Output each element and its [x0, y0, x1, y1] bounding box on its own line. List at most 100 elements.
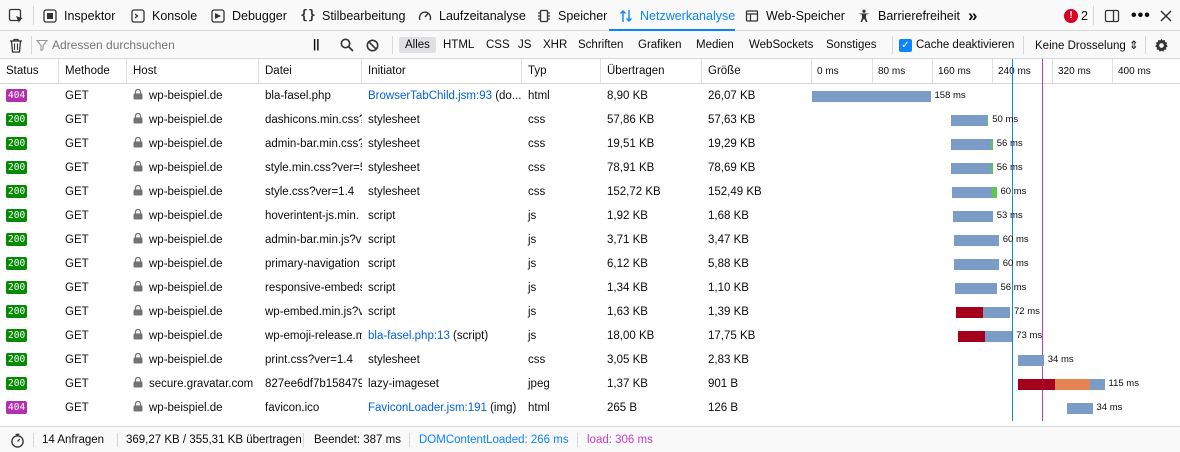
column-header-type[interactable]: Typ: [522, 59, 601, 84]
table-row[interactable]: 200 GET wp-beispiel.de primary-navigation sc…: [0, 252, 1180, 276]
throttling-select[interactable]: Keine Drosselung ⇕: [1035, 31, 1139, 59]
filter-other[interactable]: Sonstiges: [820, 31, 883, 59]
size-cell: 1,68 KB: [708, 210, 749, 222]
size-cell: 1,39 KB: [708, 306, 749, 318]
file-cell: favicon.ico: [265, 402, 320, 414]
initiator-cell: script: [362, 204, 522, 228]
element-picker-icon: [8, 8, 23, 23]
lock-icon: [133, 281, 143, 292]
dock-button[interactable]: [1104, 0, 1120, 31]
tab-label: Laufzeitanalyse: [439, 8, 526, 23]
column-header-transferred[interactable]: Übertragen: [601, 59, 702, 84]
host-text: wp-beispiel.de: [149, 402, 223, 414]
url-filter-input[interactable]: [48, 38, 288, 52]
status-badge: 200: [6, 233, 28, 246]
initiator-suffix: (do...: [492, 90, 522, 102]
table-row[interactable]: 200 GET wp-beispiel.de hoverintent-js.min. s…: [0, 204, 1180, 228]
filter-websockets[interactable]: WebSockets: [743, 31, 819, 59]
table-row[interactable]: 404 GET wp-beispiel.de bla-fasel.php Browser…: [0, 84, 1180, 108]
size-cell: 3,47 KB: [708, 234, 749, 246]
host-cell: wp-beispiel.de: [127, 84, 259, 108]
file-cell: bla-fasel.php: [265, 90, 331, 102]
size-cell: 17,75 KB: [708, 330, 756, 342]
column-header-initiator[interactable]: Initiator: [362, 59, 522, 84]
search-button[interactable]: [340, 31, 354, 59]
block-requests-button[interactable]: [366, 31, 379, 59]
method-cell: GET: [65, 138, 89, 150]
picker-button[interactable]: [8, 0, 24, 31]
tab-network[interactable]: Netzwerkanalyse: [618, 0, 735, 31]
storage-icon: [744, 8, 760, 24]
table-row[interactable]: 200 GET wp-beispiel.de admin-bar.min.css? st…: [0, 132, 1180, 156]
transferred-cell: 19,51 KB: [607, 138, 655, 150]
filter-label: Sonstiges: [826, 39, 877, 51]
waterfall-receive-bar: [953, 235, 999, 246]
column-header-host[interactable]: Host: [127, 59, 259, 84]
table-row[interactable]: 200 GET wp-beispiel.de responsive-embeds scr…: [0, 276, 1180, 300]
network-settings-button[interactable]: [1154, 31, 1169, 59]
more-options-button[interactable]: •••: [1131, 0, 1151, 31]
lock-icon: [133, 113, 143, 124]
error-count-button[interactable]: ! 2: [1064, 0, 1088, 31]
tab-storage[interactable]: Web-Speicher: [744, 0, 845, 31]
status-cell: 200: [0, 252, 59, 276]
table-row[interactable]: 200 GET wp-beispiel.de style.css?ver=1.4 sty…: [0, 180, 1180, 204]
table-row[interactable]: 200 GET wp-beispiel.de dashicons.min.css? st…: [0, 108, 1180, 132]
error-count: 2: [1081, 8, 1088, 23]
size-cell: 901 B: [708, 378, 739, 390]
filter-images[interactable]: Grafiken: [632, 31, 687, 59]
method-cell: GET: [65, 330, 89, 342]
search-icon: [340, 38, 354, 52]
table-row[interactable]: 200 GET wp-beispiel.de admin-bar.min.js?v sc…: [0, 228, 1180, 252]
tab-style-editor[interactable]: {} Stilbearbeitung: [300, 0, 405, 31]
disable-cache-checkbox[interactable]: ✓ Cache deaktivieren: [899, 31, 1014, 59]
waterfall-green-bar: [986, 115, 989, 126]
initiator-link[interactable]: BrowserTabChild.jsm:93: [368, 90, 492, 102]
column-header-file[interactable]: Datei: [259, 59, 362, 84]
pause-icon: ||: [313, 39, 320, 51]
waterfall-time-label: 34 ms: [1047, 354, 1074, 365]
type-cell: css: [528, 354, 546, 366]
throttle-label: Keine Drosselung ⇕: [1035, 40, 1139, 52]
tab-console[interactable]: Konsole: [130, 0, 197, 31]
filter-html[interactable]: HTML: [437, 31, 480, 59]
filter-all[interactable]: Alles: [399, 31, 436, 59]
performance-analysis-button[interactable]: [10, 427, 25, 452]
transferred-cell: 1,92 KB: [607, 210, 648, 222]
pause-button[interactable]: ||: [313, 31, 319, 59]
column-header-status[interactable]: Status: [0, 59, 59, 84]
tab-overflow-button[interactable]: »: [968, 0, 977, 31]
filter-xhr[interactable]: XHR: [537, 31, 573, 59]
column-header-size[interactable]: Größe: [702, 59, 812, 84]
filter-media[interactable]: Medien: [690, 31, 740, 59]
table-row[interactable]: 200 GET wp-beispiel.de style.min.css?ver=5 s…: [0, 156, 1180, 180]
close-button[interactable]: [1160, 0, 1172, 31]
tab-debugger[interactable]: Debugger: [210, 0, 287, 31]
filter-js[interactable]: JS: [512, 31, 537, 59]
tab-inspector[interactable]: Inspektor: [42, 0, 115, 31]
waterfall-receive-bar: [950, 139, 992, 150]
lock-icon: [133, 161, 143, 172]
tab-performance[interactable]: Laufzeitanalyse: [417, 0, 526, 31]
filter-css[interactable]: CSS: [480, 31, 516, 59]
host-text: wp-beispiel.de: [149, 138, 223, 150]
filter-fonts[interactable]: Schriften: [572, 31, 629, 59]
column-header-method[interactable]: Methode: [59, 59, 127, 84]
file-cell: primary-navigation: [265, 258, 360, 270]
table-row[interactable]: 200 GET wp-beispiel.de print.css?ver=1.4 sty…: [0, 348, 1180, 372]
clear-button[interactable]: [9, 31, 23, 59]
initiator-link[interactable]: bla-fasel.php:13: [368, 330, 450, 342]
status-bar: 14 Anfragen 369,27 KB / 355,31 KB übertr…: [0, 426, 1180, 452]
request-count: 14 Anfragen: [42, 434, 105, 446]
table-row[interactable]: 200 GET wp-beispiel.de wp-emoji-release.m bl…: [0, 324, 1180, 348]
double-chevron-icon: »: [968, 5, 978, 25]
tab-accessibility[interactable]: Barrierefreiheit: [856, 0, 960, 31]
table-row[interactable]: 200 GET secure.gravatar.com 827ee6df7b15847…: [0, 372, 1180, 396]
table-row[interactable]: 200 GET wp-beispiel.de wp-embed.min.js?v scr…: [0, 300, 1180, 324]
initiator-link[interactable]: FaviconLoader.jsm:191: [368, 402, 487, 414]
tab-label: Web-Speicher: [766, 8, 845, 23]
type-cell: js: [528, 234, 537, 246]
table-row[interactable]: 404 GET wp-beispiel.de favicon.ico FaviconLo…: [0, 396, 1180, 420]
host-cell: secure.gravatar.com: [127, 372, 259, 396]
tab-memory[interactable]: Speicher: [536, 0, 607, 31]
